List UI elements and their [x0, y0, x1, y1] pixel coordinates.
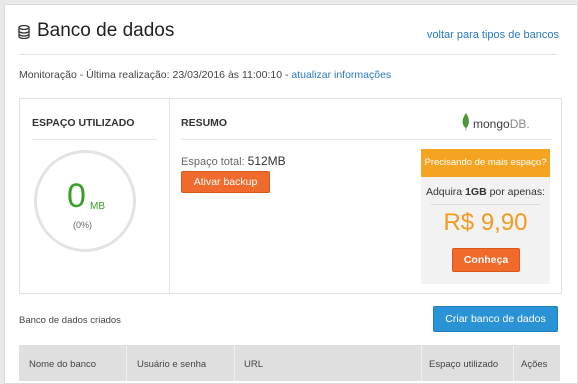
create-database-button[interactable]: Criar banco de dados — [433, 306, 558, 332]
promo-price: R$ 9,90 — [443, 209, 528, 236]
usage-gauge: 0 MB (0%) — [34, 150, 136, 252]
promo-offer-suffix: por apenas: — [486, 186, 546, 198]
usage-value: 0 — [67, 177, 86, 215]
usage-label: ESPAÇO UTILIZADO — [32, 117, 135, 129]
promo-offer-amount: 1GB — [465, 186, 487, 198]
column-header-name: Nome do banco — [29, 359, 97, 370]
column-separator — [126, 345, 127, 381]
total-space-value: 512MB — [247, 154, 286, 168]
summary-divider — [181, 139, 552, 140]
refresh-info-link[interactable]: atualizar informações — [291, 69, 391, 81]
header-divider — [19, 54, 557, 55]
learn-more-button[interactable]: Conheça — [452, 248, 520, 272]
page-title: Banco de dados — [37, 20, 175, 41]
page-header: Banco de dados voltar para tipos de banc… — [5, 5, 578, 55]
databases-table-header: Nome do banco Usuário e senha URL Espaço… — [19, 345, 560, 381]
promo-offer-prefix: Adquira — [425, 186, 466, 198]
total-space-label: Espaço total: — [181, 156, 248, 168]
storage-panel: ESPAÇO UTILIZADO 0 MB (0%) RESUMO mongoD… — [19, 98, 562, 294]
usage-divider — [32, 139, 157, 140]
upgrade-promo: Precisando de mais espaço? Adquira 1GB p… — [421, 149, 550, 284]
mongodb-logo: mongoDB. — [462, 113, 548, 133]
column-header-actions: Ações — [521, 359, 548, 370]
page: Banco de dados voltar para tipos de banc… — [4, 4, 578, 384]
summary-section: RESUMO mongoDB. Espaço total: 512MB Ativ… — [171, 99, 562, 293]
summary-label: RESUMO — [181, 117, 228, 129]
column-separator — [513, 345, 514, 381]
usage-section: ESPAÇO UTILIZADO 0 MB (0%) — [20, 99, 170, 293]
back-to-database-types-link[interactable]: voltar para tipos de bancos — [427, 29, 559, 41]
logo-text-suffix: DB. — [509, 117, 530, 131]
column-separator — [421, 345, 422, 381]
column-header-url: URL — [244, 359, 264, 370]
database-icon — [18, 25, 30, 39]
column-header-space-used: Espaço utilizado — [429, 359, 499, 370]
usage-unit: MB — [90, 201, 105, 212]
column-header-credentials: Usuário e senha — [137, 359, 207, 370]
promo-offer: Adquira 1GB por apenas: — [421, 186, 550, 198]
monitor-status: Monitoração - Última realização: 23/03/2… — [19, 69, 391, 81]
promo-divider — [431, 204, 540, 205]
promo-header: Precisando de mais espaço? — [421, 149, 550, 177]
activate-backup-button[interactable]: Ativar backup — [181, 171, 270, 193]
mongodb-leaf-icon — [462, 113, 469, 131]
column-separator — [234, 345, 235, 381]
monitor-text: Monitoração - Última realização: 23/03/2… — [19, 69, 292, 81]
total-space: Espaço total: 512MB — [181, 154, 286, 168]
databases-section-label: Banco de dados criados — [19, 315, 121, 326]
usage-percent: (0%) — [73, 220, 93, 230]
logo-text: mongo — [473, 117, 510, 131]
